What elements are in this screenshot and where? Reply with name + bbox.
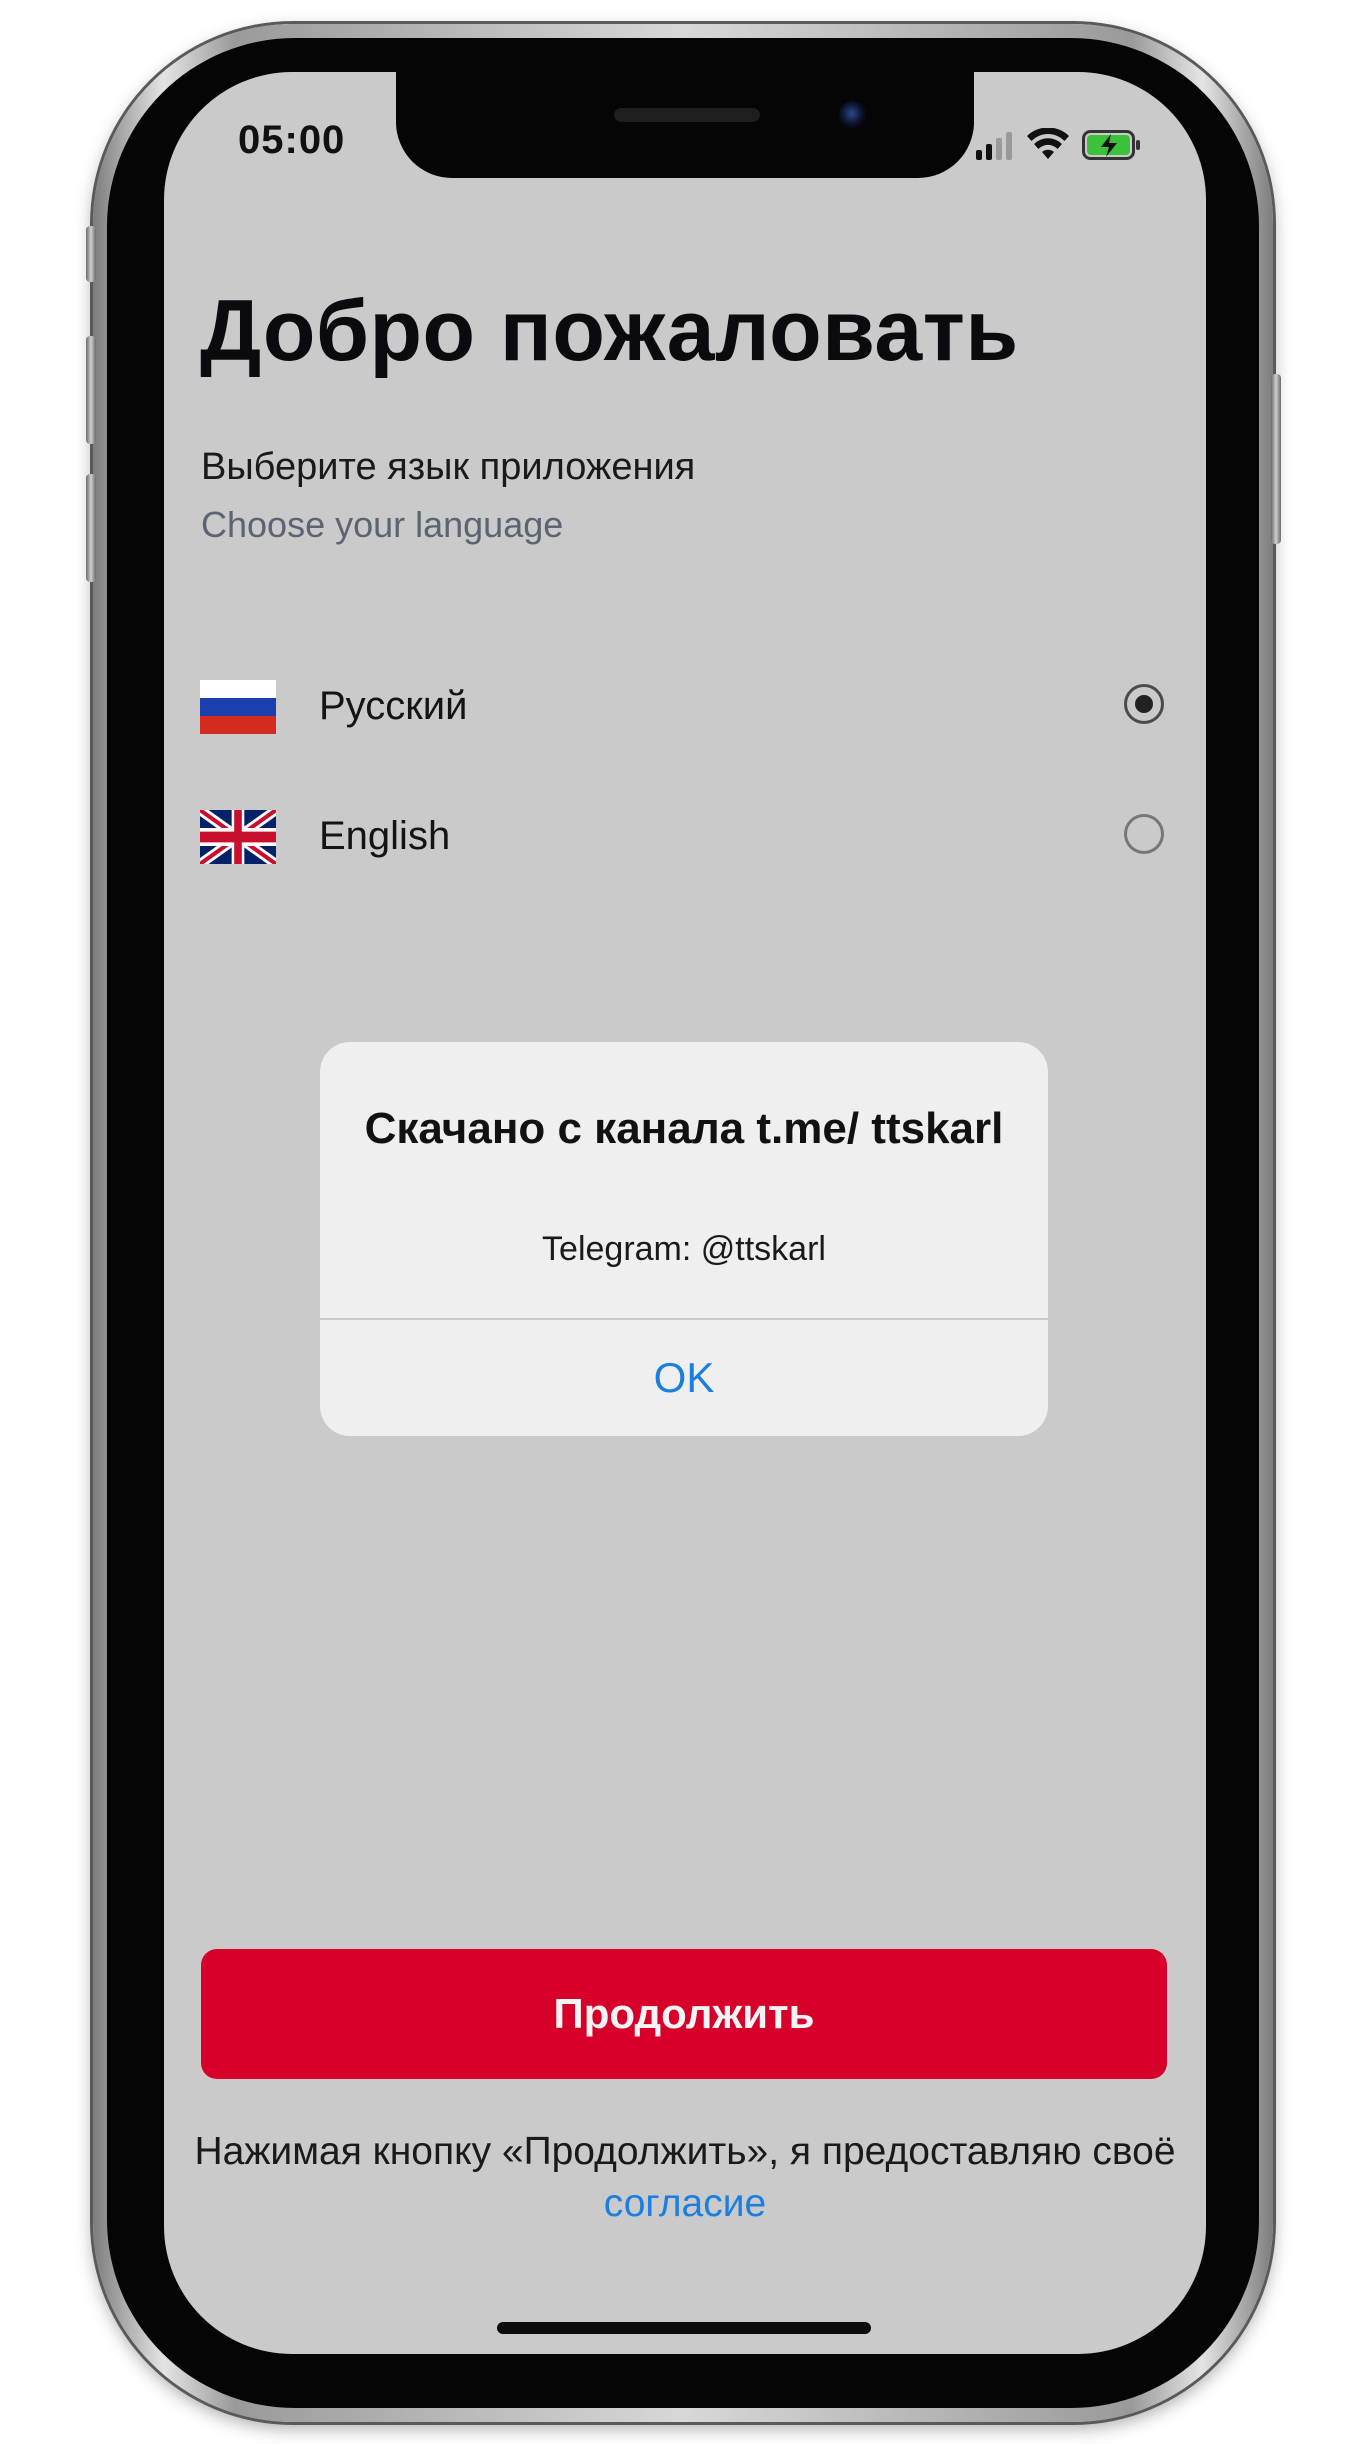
status-icons (976, 126, 1142, 164)
language-prompt-ru: Выберите язык приложения (201, 446, 696, 488)
status-time: 05:00 (238, 118, 346, 162)
notch (396, 72, 974, 178)
consent-body: Нажимая кнопку «Продолжить», я предостав… (194, 2130, 1176, 2173)
russia-flag-icon (200, 680, 276, 734)
radio-english[interactable] (1124, 814, 1164, 854)
wifi-icon (1027, 128, 1069, 159)
alert-title: Скачано с канала t.me/ ttskarl (364, 1104, 1004, 1153)
consent-link[interactable]: согласие (604, 2182, 766, 2225)
home-indicator[interactable] (497, 2322, 871, 2334)
radio-russian-selected[interactable] (1124, 684, 1164, 724)
front-camera-icon (839, 101, 867, 129)
power-button (1271, 374, 1281, 544)
language-label: Русский (319, 684, 468, 728)
volume-up-button (86, 336, 96, 444)
language-option-russian[interactable]: Русский (200, 672, 1170, 742)
volume-down-button (86, 474, 96, 582)
continue-button[interactable]: Продолжить (201, 1949, 1167, 2079)
silent-switch (86, 226, 96, 282)
alert-dialog: Скачано с канала t.me/ ttskarl Telegram:… (320, 1042, 1048, 1436)
page-title: Добро пожаловать (200, 283, 1019, 379)
cellular-signal-icon (976, 130, 1012, 160)
phone-screen: 05:00 Добро пожаловать Выберите язык при… (164, 72, 1206, 2354)
language-prompt-en: Choose your language (201, 504, 564, 545)
battery-charging-icon (1082, 130, 1140, 160)
language-label: English (319, 814, 451, 858)
earpiece-speaker (614, 108, 760, 122)
consent-text: Нажимая кнопку «Продолжить», я предостав… (164, 2126, 1206, 2230)
alert-message: Telegram: @ttskarl (542, 1230, 826, 1268)
language-option-english[interactable]: English (200, 802, 1170, 872)
alert-ok-button[interactable]: OK (320, 1320, 1048, 1436)
uk-flag-icon (200, 810, 276, 864)
